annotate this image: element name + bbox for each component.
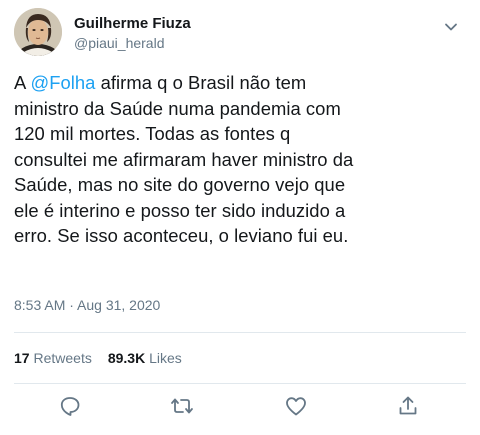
retweets-label: Retweets — [33, 350, 92, 366]
user-handle[interactable]: @piaui_herald — [74, 34, 191, 53]
share-icon[interactable] — [396, 394, 420, 418]
likes-label: Likes — [149, 350, 182, 366]
tweet-stats: 17 Retweets 89.3K Likes — [14, 349, 182, 368]
tweet-card: Guilherme Fiuza @piaui_herald A @Folha a… — [0, 0, 480, 435]
tweet-timestamp[interactable]: 8:53 AM · Aug 31, 2020 — [14, 296, 160, 315]
tweet-text-rest: afirma q o Brasil não tem ministro da Sa… — [14, 72, 354, 246]
divider-top — [14, 332, 466, 333]
avatar[interactable] — [14, 8, 62, 56]
like-icon[interactable] — [284, 394, 308, 418]
tweet-header: Guilherme Fiuza @piaui_herald — [14, 8, 466, 62]
tweet-text-start: A — [14, 72, 31, 93]
more-options-caret-icon[interactable] — [442, 18, 460, 36]
reply-icon[interactable] — [58, 394, 82, 418]
display-name[interactable]: Guilherme Fiuza — [74, 14, 191, 33]
tweet-actions — [0, 394, 480, 424]
avatar-portrait-icon — [14, 8, 62, 56]
tweet-text: A @Folha afirma q o Brasil não tem minis… — [14, 70, 469, 249]
retweet-icon[interactable] — [170, 394, 194, 418]
retweets-stat[interactable]: 17 Retweets — [14, 350, 92, 366]
likes-count: 89.3K — [107, 350, 146, 366]
mention-link[interactable]: @Folha — [30, 72, 95, 93]
likes-stat[interactable]: 89.3K Likes — [108, 350, 182, 366]
retweets-count: 17 — [14, 350, 30, 366]
divider-bottom — [14, 383, 466, 384]
user-names: Guilherme Fiuza @piaui_herald — [74, 14, 191, 53]
